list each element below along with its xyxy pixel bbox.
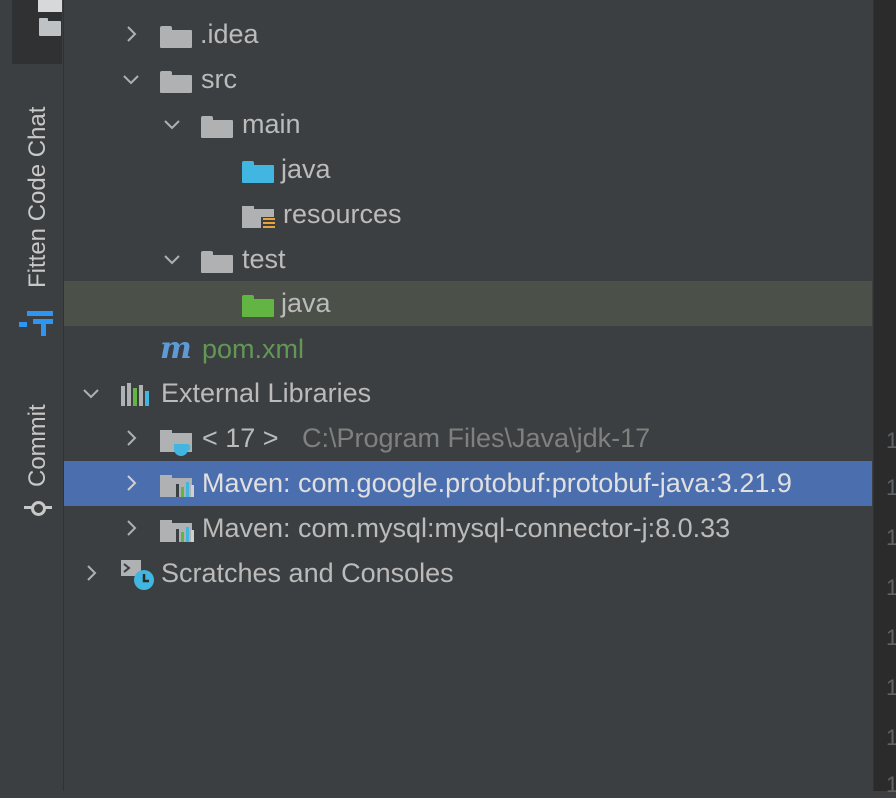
chevron-down-icon[interactable] <box>122 70 140 88</box>
fitten-logo-icon[interactable] <box>19 307 55 337</box>
line-number: 1 <box>886 525 896 550</box>
source-root-folder-icon <box>242 158 276 184</box>
line-number: 1 <box>886 475 896 500</box>
tree-row-label: main <box>242 109 301 139</box>
project-tree: .idea src main java resources test java … <box>64 0 872 791</box>
line-number: 1 <box>886 428 896 453</box>
tree-row-label: java <box>281 288 331 318</box>
tree-row-label: pom.xml <box>202 334 305 364</box>
tree-row-maven-protobuf[interactable]: Maven: com.google.protobuf:protobuf-java… <box>64 461 872 506</box>
tool-window-strip: Fitten Code Chat Commit <box>0 0 64 791</box>
chevron-down-icon[interactable] <box>82 384 100 402</box>
tree-row-resources[interactable]: resources <box>64 192 872 237</box>
resources-folder-icon <box>242 203 276 230</box>
library-icon <box>160 517 194 543</box>
project-tool-button[interactable] <box>12 0 62 64</box>
tree-row-main[interactable]: main <box>64 102 872 147</box>
jdk-path: C:\Program Files\Java\jdk-17 <box>302 423 651 453</box>
commit-icon[interactable] <box>24 496 52 520</box>
tree-row-label: resources <box>283 199 402 229</box>
folder-icon <box>38 0 62 36</box>
tree-row-label: test <box>242 244 286 274</box>
tree-row-test-java[interactable]: java <box>64 281 872 326</box>
line-number: 1 <box>886 725 896 750</box>
chevron-down-icon[interactable] <box>163 115 181 133</box>
folder-icon <box>201 248 235 274</box>
line-number: 1 <box>886 772 896 797</box>
chevron-right-icon[interactable] <box>122 25 140 43</box>
chevron-right-icon[interactable] <box>122 519 140 537</box>
chevron-down-icon[interactable] <box>163 250 181 268</box>
folder-icon <box>201 113 235 139</box>
tree-row-label: Maven: com.google.protobuf:protobuf-java… <box>202 468 792 498</box>
chevron-right-icon[interactable] <box>122 429 140 447</box>
scratches-icon <box>120 558 154 590</box>
tree-row-jdk[interactable]: < 17 > C:\Program Files\Java\jdk-17 <box>64 416 872 461</box>
tree-row-label: java <box>281 154 331 184</box>
jdk-icon <box>160 427 194 456</box>
tree-row-test[interactable]: test <box>64 237 872 282</box>
chevron-right-icon[interactable] <box>82 564 100 582</box>
folder-icon <box>160 68 194 94</box>
chevron-right-icon[interactable] <box>122 474 140 492</box>
tree-row-external-libraries[interactable]: External Libraries <box>64 371 872 416</box>
commit-tab[interactable]: Commit <box>24 404 52 487</box>
tree-row-label: src <box>201 64 237 94</box>
tree-row-maven-mysql[interactable]: Maven: com.mysql:mysql-connector-j:8.0.3… <box>64 506 872 551</box>
line-number: 1 <box>886 675 896 700</box>
tree-row-label: .idea <box>200 19 259 49</box>
folder-icon <box>160 23 194 49</box>
tree-row-idea[interactable]: .idea <box>64 12 872 57</box>
library-icon <box>160 472 194 498</box>
tree-row-main-java[interactable]: java <box>64 147 872 192</box>
line-number: 1 <box>886 575 896 600</box>
tree-row-label: < 17 > <box>202 423 279 453</box>
tree-row-src[interactable]: src <box>64 57 872 102</box>
tree-row-pom[interactable]: m pom.xml <box>64 327 872 372</box>
libraries-icon <box>120 382 154 408</box>
test-root-folder-icon <box>242 292 276 318</box>
line-number: 1 <box>886 625 896 650</box>
maven-icon: m <box>160 331 192 366</box>
tree-row-label: Scratches and Consoles <box>161 558 454 588</box>
tree-row-scratches[interactable]: Scratches and Consoles <box>64 551 872 596</box>
tree-row-label: Maven: com.mysql:mysql-connector-j:8.0.3… <box>202 513 731 543</box>
fitten-code-chat-tab[interactable]: Fitten Code Chat <box>24 107 52 288</box>
tree-row-label: External Libraries <box>161 378 372 408</box>
editor-gutter: 1 1 1 1 1 1 1 1 <box>873 0 896 797</box>
